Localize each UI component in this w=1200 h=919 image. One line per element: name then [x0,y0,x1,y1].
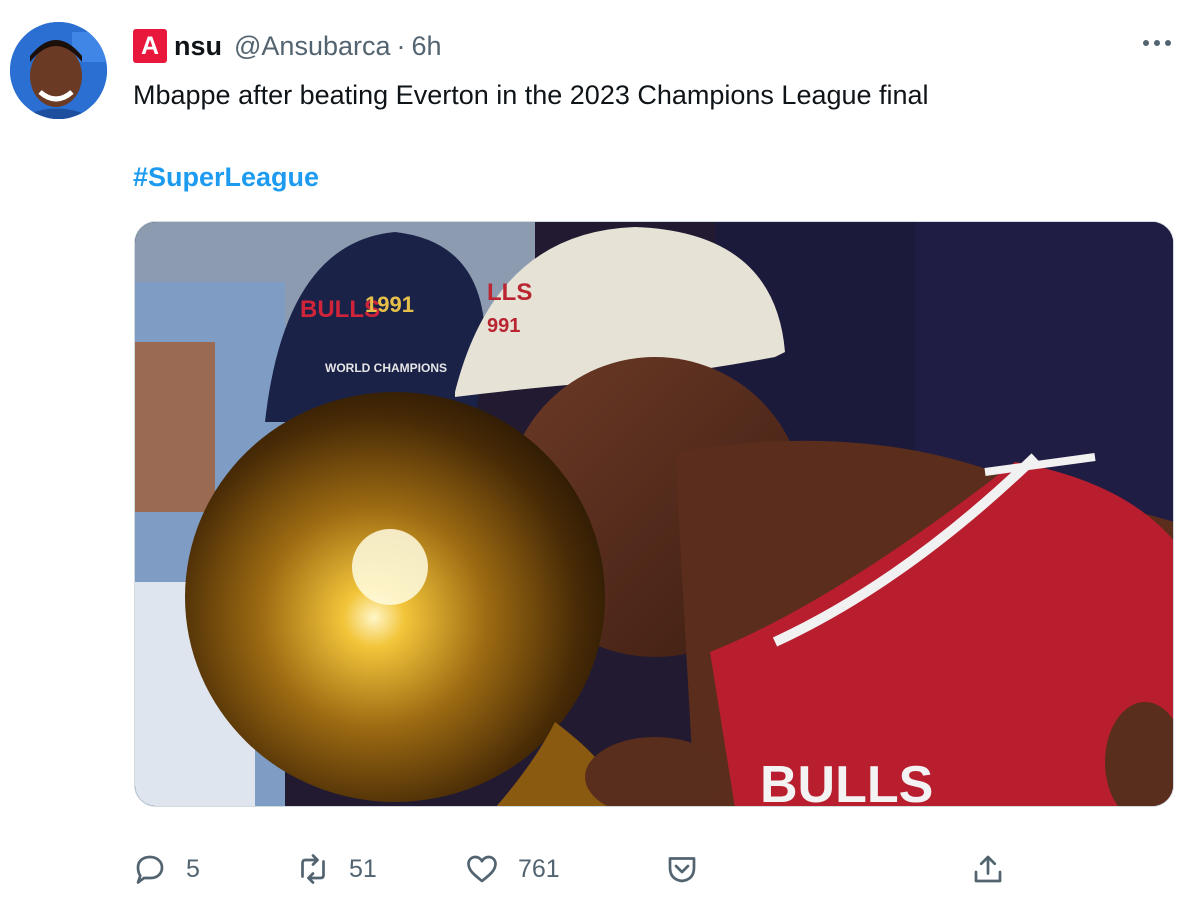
tweet-media-photo[interactable]: BULLS 1991 WORLD CHAMPIONS LLS 991 BULLS [134,221,1174,807]
pocket-icon [668,857,696,883]
save-button[interactable] [664,845,700,893]
photo-illustration: BULLS 1991 WORLD CHAMPIONS LLS 991 BULLS [135,222,1173,807]
timestamp[interactable]: 6h [412,31,442,62]
tweet-actions: 5 51 761 [132,845,1192,893]
white-hat-brand-text: LLS [487,279,532,306]
author-handle[interactable]: @Ansubarca [234,31,391,62]
retweet-button[interactable]: 51 [295,845,377,893]
hat-year-text: 1991 [365,292,414,317]
retweet-icon [301,854,325,884]
tweet-header: Ansu @Ansubarca · 6h [133,26,442,66]
reply-count: 5 [186,854,200,883]
more-icon[interactable] [1134,30,1180,56]
separator-dot: · [396,30,406,61]
reply-icon [136,855,164,884]
tweet-text: Mbappe after beating Everton in the 2023… [133,80,929,110]
hat-caption-text: WORLD CHAMPIONS [325,361,447,375]
heart-icon [467,855,497,883]
author-name[interactable]: nsu [174,31,222,62]
like-count: 761 [518,854,560,883]
jersey-text: BULLS [760,756,933,807]
like-button[interactable]: 761 [464,845,560,893]
reply-button[interactable]: 5 [132,845,200,893]
author-name-badge[interactable]: A [133,29,167,63]
avatar-image [10,22,107,119]
share-icon [974,855,1002,883]
share-button[interactable] [970,845,1006,893]
avatar[interactable] [10,22,107,119]
white-hat-year-text: 991 [487,315,520,337]
retweet-count: 51 [349,854,377,883]
hashtag-link[interactable]: #SuperLeague [133,158,319,196]
